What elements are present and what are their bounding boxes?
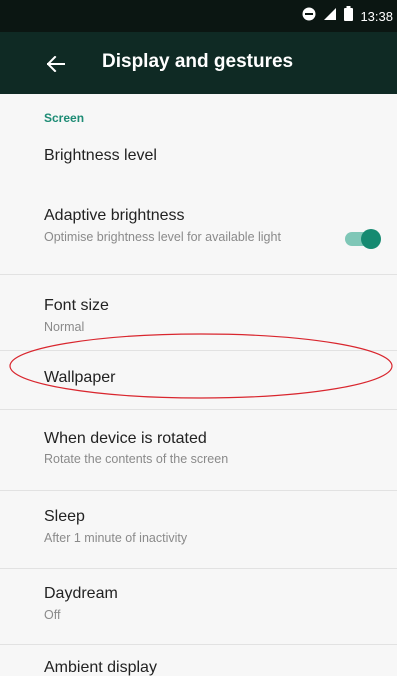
page-title: Display and gestures	[102, 51, 294, 72]
setting-wallpaper[interactable]: Wallpaper	[0, 351, 397, 409]
status-bar: 13:38	[0, 0, 397, 32]
setting-brightness-level[interactable]: Brightness level	[0, 134, 397, 184]
setting-sleep[interactable]: Sleep After 1 minute of inactivity	[0, 491, 397, 568]
setting-title: Sleep	[44, 508, 85, 525]
setting-subtitle: Rotate the contents of the screen	[44, 452, 229, 466]
status-time: 13:38	[360, 8, 393, 24]
setting-title: Adaptive brightness	[44, 207, 185, 224]
signal-icon	[323, 7, 337, 26]
setting-adaptive-brightness[interactable]: Adaptive brightness Optimise brightness …	[0, 184, 397, 274]
setting-font-size[interactable]: Font size Normal	[0, 275, 397, 350]
setting-subtitle: Normal	[44, 320, 85, 334]
setting-title: Wallpaper	[44, 369, 116, 386]
adaptive-brightness-toggle[interactable]	[341, 229, 381, 249]
setting-title: When device is rotated	[44, 430, 207, 447]
setting-subtitle: Off	[44, 608, 61, 622]
status-icons: 13:38	[302, 6, 393, 26]
setting-ambient-display[interactable]: Ambient display	[0, 645, 397, 676]
setting-title: Font size	[44, 297, 109, 314]
app-bar: Display and gestures	[0, 32, 397, 94]
toggle-thumb	[361, 229, 381, 249]
setting-title: Ambient display	[44, 659, 157, 676]
setting-subtitle: Optimise brightness level for available …	[44, 230, 281, 244]
battery-icon	[344, 6, 354, 26]
setting-subtitle: After 1 minute of inactivity	[44, 531, 188, 545]
settings-list: Screen Brightness level Adaptive brightn…	[0, 94, 397, 676]
section-title-screen: Screen	[44, 111, 85, 125]
back-arrow-icon[interactable]	[44, 52, 68, 76]
setting-title: Daydream	[44, 585, 118, 602]
setting-daydream[interactable]: Daydream Off	[0, 569, 397, 644]
setting-title: Brightness level	[44, 147, 157, 164]
settings-screen: 13:38 Display and gestures Screen Bright…	[0, 0, 397, 676]
setting-when-device-rotated[interactable]: When device is rotated Rotate the conten…	[0, 410, 397, 490]
do-not-disturb-icon	[302, 7, 316, 26]
